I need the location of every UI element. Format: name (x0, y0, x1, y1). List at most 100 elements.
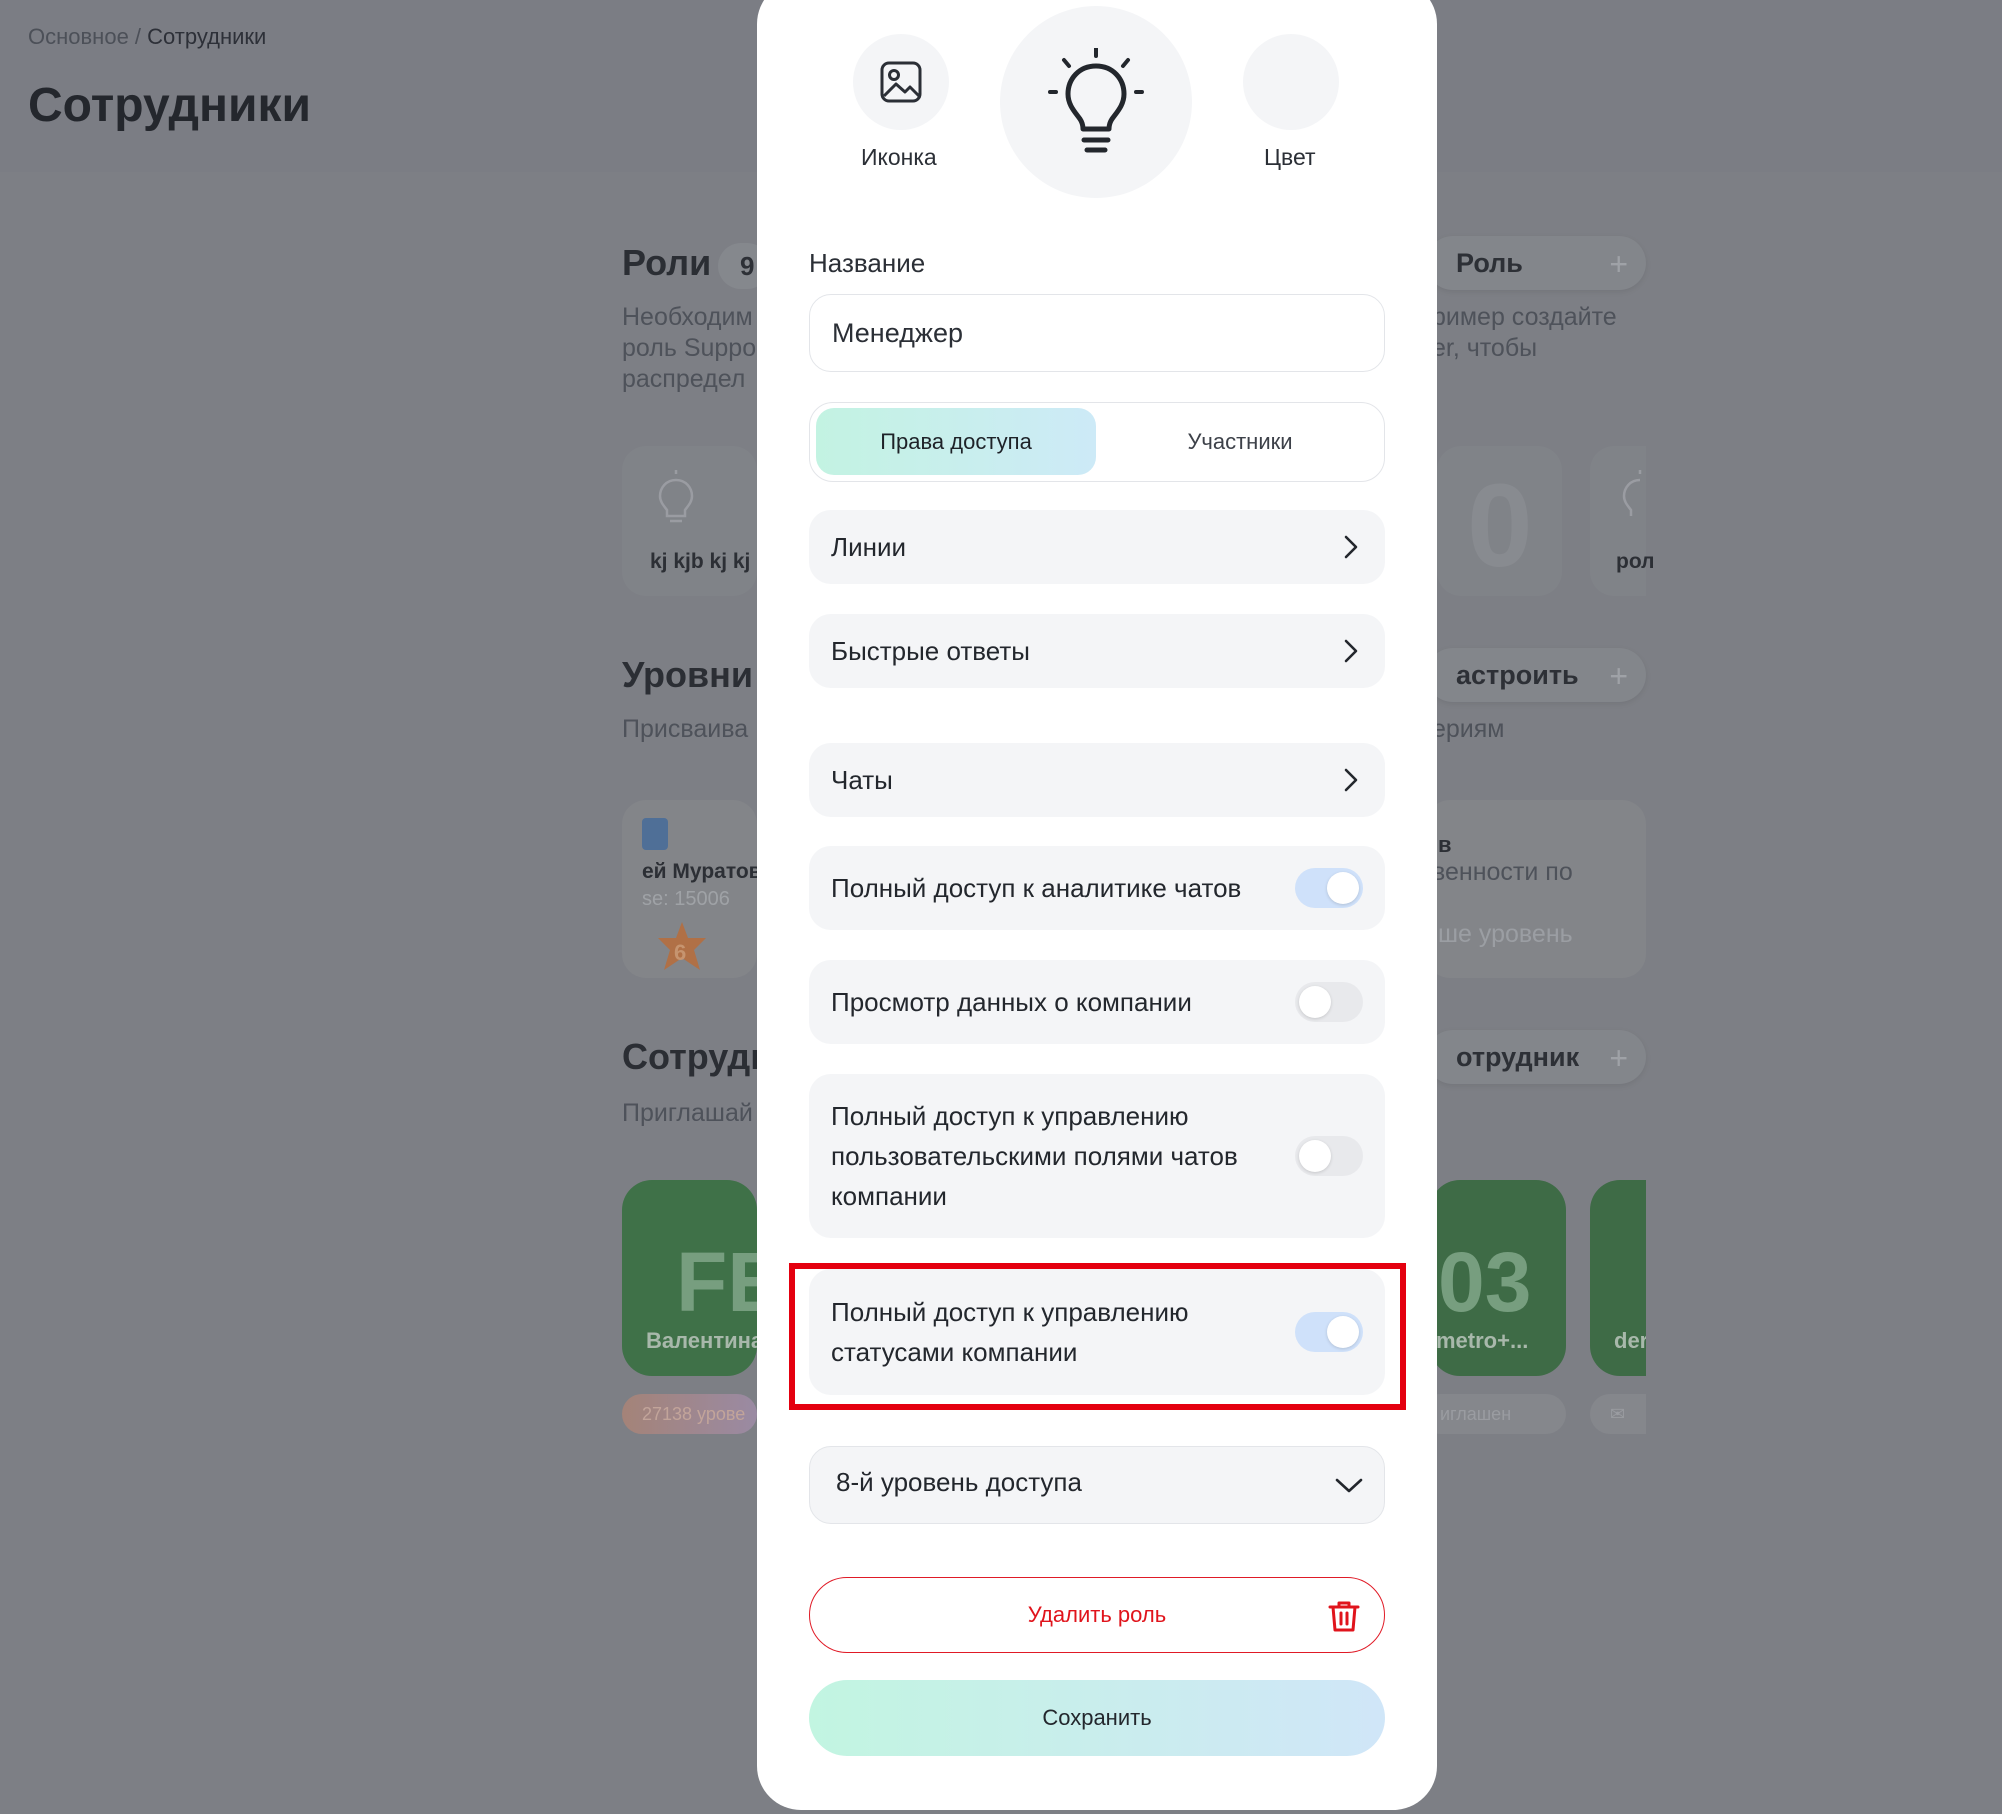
employee-initials: 03 (1438, 1235, 1532, 1329)
highlight-frame (789, 1263, 1406, 1410)
company-data-view-row: Просмотр данных о компании (809, 960, 1385, 1044)
employee-card[interactable]: der (1590, 1180, 1646, 1376)
role-card[interactable]: 0 (1437, 446, 1562, 596)
add-employee-label: отрудник (1456, 1041, 1580, 1072)
access-level-value: 8-й уровень доступа (836, 1467, 1082, 1497)
delete-role-label: Удалить роль (1027, 1602, 1167, 1627)
breadcrumb-root[interactable]: Основное (28, 24, 129, 49)
chat-analytics-access-row: Полный доступ к аналитике чатов (809, 846, 1385, 930)
access-level-select[interactable]: 8-й уровень доступа (809, 1446, 1385, 1524)
plus-icon: + (1609, 1040, 1628, 1076)
toggle-knob (1299, 986, 1331, 1018)
delete-role-button[interactable]: Удалить роль (809, 1577, 1385, 1653)
chats-row[interactable]: Чаты (809, 743, 1385, 817)
save-button[interactable]: Сохранить (809, 1680, 1385, 1756)
employees-title: Сотрудн (622, 1036, 772, 1077)
employee-status-tag: иглашен (1420, 1394, 1566, 1434)
level-card-line: ше уровень (1438, 920, 1573, 948)
plus-icon: + (1609, 246, 1628, 282)
employee-level-tag: 27138 урове (622, 1394, 757, 1434)
lines-row[interactable]: Линии (809, 510, 1385, 584)
level-card-line: венности по (1432, 858, 1573, 886)
roles-description-right: ример создайте er, чтобы (1432, 302, 1617, 364)
breadcrumb-separator: / (128, 24, 148, 49)
employees-description-left: Приглашай (622, 1099, 753, 1127)
tab-members[interactable]: Участники (1100, 408, 1380, 475)
lightbulb-icon (658, 470, 694, 523)
level-card[interactable]: ей Муратов se: 15006 6 (622, 800, 762, 978)
breadcrumb-current: Сотрудники (147, 24, 267, 49)
tab-access-rights[interactable]: Права доступа (816, 408, 1096, 475)
level-badge-number: 6 (674, 940, 687, 965)
image-icon (880, 61, 922, 103)
employee-card[interactable]: 03 metro+... (1430, 1180, 1566, 1376)
chevron-right-icon (1344, 768, 1358, 792)
chat-analytics-access-toggle[interactable] (1295, 868, 1363, 908)
role-name-input[interactable] (809, 294, 1385, 372)
level-card-name: ей Муратов (642, 860, 762, 883)
employee-initials: FE (676, 1235, 757, 1329)
configure-levels-button[interactable]: астроить + (1426, 648, 1646, 702)
roles-description-left: Необходим роль Suppo распредел (622, 302, 756, 395)
role-card-label: рол (1616, 550, 1655, 573)
role-card-glyph: 0 (1467, 460, 1533, 592)
chevron-right-icon (1344, 639, 1358, 663)
levels-description-right: ериям (1432, 715, 1505, 743)
lightbulb-icon (1048, 48, 1144, 153)
roles-desc-line: роль Suppo (622, 334, 757, 362)
custom-fields-access-row: Полный доступ к управлению пользовательс… (809, 1074, 1385, 1238)
company-data-view-label: Просмотр данных о компании (831, 987, 1192, 1017)
role-card[interactable]: рол (1590, 446, 1654, 596)
roles-title: Роли (622, 242, 712, 283)
employee-name: Валентина (646, 1328, 757, 1353)
page-title: Сотрудники (28, 79, 311, 132)
label-line: Полный доступ к управлению (831, 1101, 1189, 1131)
toggle-knob (1299, 1140, 1331, 1172)
roles-desc-line: Необходим (622, 303, 753, 331)
edit-role-modal: Иконка Цвет Название Права доступа Участ… (757, 0, 1437, 1810)
color-picker-button[interactable] (1243, 34, 1339, 130)
role-card[interactable]: kj kjb kj kj (622, 446, 757, 596)
employee-name: der (1614, 1328, 1646, 1353)
label-line: компании (831, 1181, 947, 1211)
modal-tabs: Права доступа Участники (809, 402, 1385, 482)
levels-description-left: Присваива (622, 715, 749, 743)
employee-name: metro+... (1436, 1328, 1529, 1353)
toggle-knob (1327, 872, 1359, 904)
role-icon-preview (1000, 6, 1192, 198)
company-data-view-toggle[interactable] (1295, 982, 1363, 1022)
color-picker-label: Цвет (1264, 144, 1316, 170)
level-card[interactable]: в венности по ше уровень (1426, 800, 1646, 978)
roles-desc-line: er, чтобы (1432, 334, 1538, 362)
icon-picker-button[interactable] (853, 34, 949, 130)
name-field-label: Название (809, 248, 926, 278)
configure-levels-label: астроить (1456, 659, 1579, 690)
quick-replies-row-label: Быстрые ответы (831, 636, 1030, 666)
custom-fields-access-label: Полный доступ к управлению пользовательс… (831, 1096, 1238, 1216)
level-card-sub: se: 15006 (642, 888, 730, 910)
custom-fields-access-toggle[interactable] (1295, 1136, 1363, 1176)
avatar (642, 818, 668, 850)
add-role-button[interactable]: Роль + (1426, 236, 1646, 290)
roles-desc-line: распредел (622, 365, 746, 393)
employee-card[interactable]: FE Валентина (622, 1180, 757, 1376)
breadcrumb: Основное / Сотрудники (28, 24, 266, 50)
mail-icon: ✉ (1590, 1394, 1646, 1434)
trash-icon (1328, 1601, 1360, 1632)
level-card-line: в (1438, 832, 1452, 857)
lines-row-label: Линии (831, 532, 906, 562)
chat-analytics-access-label: Полный доступ к аналитике чатов (831, 873, 1242, 903)
chats-row-label: Чаты (831, 765, 893, 795)
add-employee-button[interactable]: отрудник + (1426, 1030, 1646, 1084)
icon-picker-label: Иконка (861, 144, 937, 170)
lightbulb-icon (1622, 470, 1642, 516)
role-card-label: kj kjb kj kj (650, 550, 751, 573)
add-role-label: Роль (1456, 247, 1523, 278)
levels-title: Уровни , (622, 654, 774, 695)
label-line: пользовательскими полями чатов (831, 1141, 1238, 1171)
quick-replies-row[interactable]: Быстрые ответы (809, 614, 1385, 688)
roles-desc-line: ример создайте (1432, 303, 1617, 331)
chevron-down-icon (1335, 1478, 1363, 1493)
plus-icon: + (1609, 658, 1628, 694)
chevron-right-icon (1344, 535, 1358, 559)
